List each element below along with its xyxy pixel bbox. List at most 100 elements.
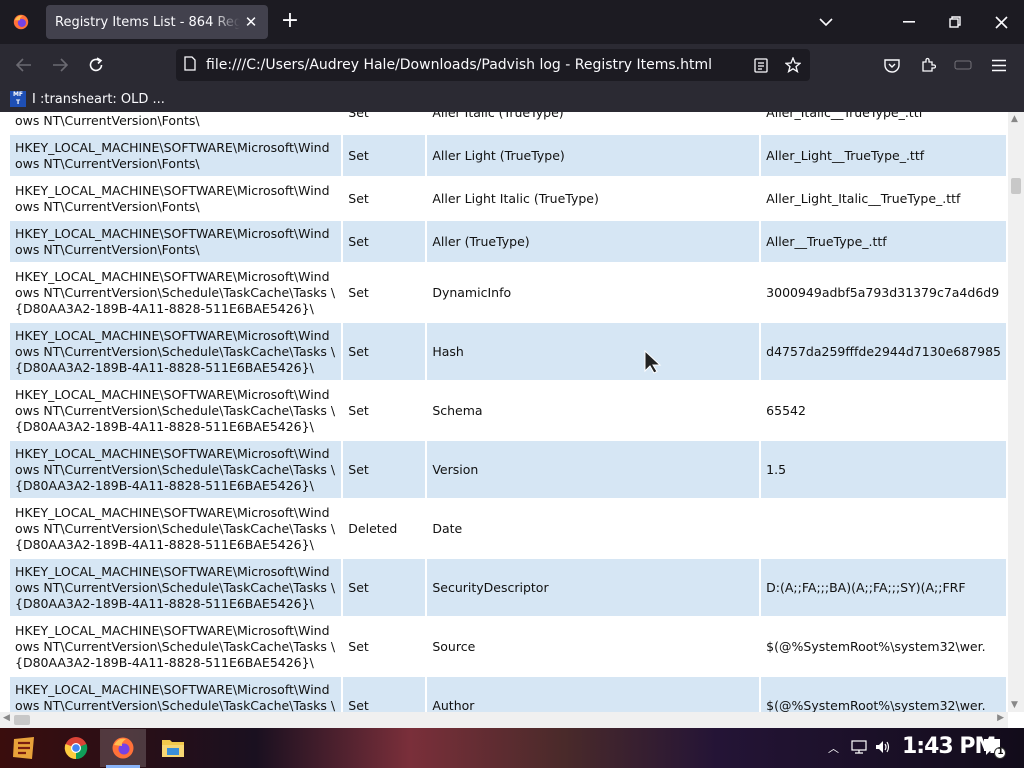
- vertical-scrollbar[interactable]: ▲ ▼: [1008, 112, 1024, 712]
- close-tab-icon[interactable]: ✕: [242, 13, 260, 31]
- pocket-icon[interactable]: [879, 52, 905, 78]
- taskbar: ︿ 1:43 PM 1: [0, 728, 1024, 768]
- tab-title: Registry Items List - 864 Registe: [55, 14, 240, 30]
- horizontal-scroll-thumb[interactable]: [14, 715, 30, 725]
- extensions-icon[interactable]: [915, 52, 941, 78]
- table-row: HKEY_LOCAL_MACHINE\SOFTWARE\Microsoft\Wi…: [10, 264, 1006, 321]
- operation-cell: Set: [343, 618, 426, 675]
- page-file-icon: [184, 55, 196, 75]
- network-icon[interactable]: [851, 739, 867, 758]
- bookmark-item[interactable]: MF T I :transheart: OLD ...: [10, 90, 165, 108]
- table-row: HKEY_LOCAL_MACHINE\SOFTWARE\Microsoft\Wi…: [10, 382, 1006, 439]
- restore-icon[interactable]: [932, 0, 978, 44]
- value-name-cell: Author: [427, 677, 760, 712]
- new-tab-icon[interactable]: +: [278, 10, 302, 34]
- value-name-cell: Aller Light (TrueType): [427, 135, 760, 176]
- registry-key-cell: HKEY_LOCAL_MACHINE\SOFTWARE\Microsoft\Wi…: [10, 559, 342, 616]
- notification-center-icon[interactable]: 1: [982, 737, 1006, 759]
- scroll-right-icon[interactable]: ▶: [997, 713, 1004, 723]
- value-name-cell: Schema: [427, 382, 760, 439]
- reader-view-icon[interactable]: [750, 54, 772, 76]
- registry-key-cell: HKEY_LOCAL_MACHINE\SOFTWARE\Microsoft\Wi…: [10, 221, 342, 262]
- tab-bar: Registry Items List - 864 Registe ✕ +: [0, 0, 1024, 44]
- value-name-cell: Source: [427, 618, 760, 675]
- vertical-scroll-thumb[interactable]: [1011, 178, 1021, 194]
- notification-count: 1: [997, 747, 1004, 757]
- registry-key-cell: HKEY_LOCAL_MACHINE\SOFTWARE\Microsoft\Wi…: [10, 500, 342, 557]
- horizontal-scrollbar[interactable]: ◀ ▶: [0, 712, 1008, 728]
- registry-key-cell: HKEY_LOCAL_MACHINE\SOFTWARE\Microsoft\Wi…: [10, 264, 342, 321]
- scroll-up-icon[interactable]: ▲: [1011, 114, 1018, 124]
- reload-icon[interactable]: [83, 52, 109, 78]
- scroll-left-icon[interactable]: ◀: [3, 713, 10, 723]
- back-icon[interactable]: [11, 52, 37, 78]
- browser-chrome: Registry Items List - 864 Registe ✕ +: [0, 0, 1024, 112]
- value-data-cell: 1.5: [761, 441, 1006, 498]
- operation-cell: Deleted: [343, 500, 426, 557]
- value-name-cell: Aller Italic (TrueType): [427, 112, 760, 133]
- chrome-icon[interactable]: [62, 734, 90, 762]
- operation-cell: Set: [343, 264, 426, 321]
- table-row: HKEY_LOCAL_MACHINE\SOFTWARE\Microsoft\Wi…: [10, 112, 1006, 133]
- firefox-taskbar-icon[interactable]: [109, 734, 137, 762]
- value-name-cell: Hash: [427, 323, 760, 380]
- table-row: HKEY_LOCAL_MACHINE\SOFTWARE\Microsoft\Wi…: [10, 618, 1006, 675]
- registry-key-cell: HKEY_LOCAL_MACHINE\SOFTWARE\Microsoft\Wi…: [10, 441, 342, 498]
- value-data-cell: 3000949adbf5a793d31379c7a4d6d9: [761, 264, 1006, 321]
- operation-cell: Set: [343, 221, 426, 262]
- operation-cell: Set: [343, 382, 426, 439]
- app-menu-icon[interactable]: [986, 52, 1012, 78]
- value-data-cell: Aller__TrueType_.ttf: [761, 221, 1006, 262]
- page-content: HKEY_LOCAL_MACHINE\SOFTWARE\Microsoft\Wi…: [0, 112, 1008, 712]
- bookmark-favicon-icon: MF T: [10, 91, 26, 107]
- table-row: HKEY_LOCAL_MACHINE\SOFTWARE\Microsoft\Wi…: [10, 500, 1006, 557]
- registry-key-cell: HKEY_LOCAL_MACHINE\SOFTWARE\Microsoft\Wi…: [10, 618, 342, 675]
- minimize-icon[interactable]: [886, 0, 932, 44]
- file-explorer-icon[interactable]: [159, 734, 187, 762]
- operation-cell: Set: [343, 323, 426, 380]
- bookmarks-toolbar: MF T I :transheart: OLD ...: [0, 86, 1024, 112]
- volume-icon[interactable]: [875, 739, 891, 758]
- value-data-cell: 65542: [761, 382, 1006, 439]
- registry-key-cell: HKEY_LOCAL_MACHINE\SOFTWARE\Microsoft\Wi…: [10, 382, 342, 439]
- value-name-cell: Version: [427, 441, 760, 498]
- value-data-cell: d4757da259fffde2944d7130e687985: [761, 323, 1006, 380]
- navigation-bar: file:///C:/Users/Audrey Hale/Downloads/P…: [0, 44, 1024, 86]
- show-hidden-icons-icon[interactable]: ︿: [828, 740, 839, 756]
- registry-key-cell: HKEY_LOCAL_MACHINE\SOFTWARE\Microsoft\Wi…: [10, 323, 342, 380]
- operation-cell: Set: [343, 135, 426, 176]
- start-button-icon[interactable]: [10, 734, 38, 762]
- value-data-cell: Aller_Light__TrueType_.ttf: [761, 135, 1006, 176]
- scroll-down-icon[interactable]: ▼: [1011, 700, 1018, 710]
- extension-badge-icon[interactable]: [950, 52, 976, 78]
- value-name-cell: SecurityDescriptor: [427, 559, 760, 616]
- bookmark-star-icon[interactable]: [782, 54, 804, 76]
- value-data-cell: Aller_Light_Italic__TrueType_.ttf: [761, 178, 1006, 219]
- close-window-icon[interactable]: [978, 0, 1024, 44]
- bookmark-label: I :transheart: OLD ...: [32, 91, 165, 107]
- firefox-menu-icon[interactable]: [8, 9, 34, 35]
- table-row: HKEY_LOCAL_MACHINE\SOFTWARE\Microsoft\Wi…: [10, 441, 1006, 498]
- table-row: HKEY_LOCAL_MACHINE\SOFTWARE\Microsoft\Wi…: [10, 135, 1006, 176]
- table-row: HKEY_LOCAL_MACHINE\SOFTWARE\Microsoft\Wi…: [10, 221, 1006, 262]
- table-row: HKEY_LOCAL_MACHINE\SOFTWARE\Microsoft\Wi…: [10, 323, 1006, 380]
- value-data-cell: $(@%SystemRoot%\system32\wer.: [761, 677, 1006, 712]
- tab-registry-items[interactable]: Registry Items List - 864 Registe ✕: [46, 5, 268, 39]
- operation-cell: Set: [343, 178, 426, 219]
- registry-items-table: HKEY_LOCAL_MACHINE\SOFTWARE\Microsoft\Wi…: [8, 112, 1008, 712]
- operation-cell: Set: [343, 112, 426, 133]
- list-all-tabs-icon[interactable]: [814, 11, 838, 33]
- address-bar[interactable]: file:///C:/Users/Audrey Hale/Downloads/P…: [176, 49, 810, 81]
- value-name-cell: DynamicInfo: [427, 264, 760, 321]
- mouse-cursor-icon: [644, 350, 662, 374]
- operation-cell: Set: [343, 441, 426, 498]
- forward-icon[interactable]: [47, 52, 73, 78]
- url-text[interactable]: file:///C:/Users/Audrey Hale/Downloads/P…: [206, 57, 712, 73]
- value-data-cell: D:(A;;FA;;;BA)(A;;FA;;;SY)(A;;FRF: [761, 559, 1006, 616]
- value-name-cell: Aller Light Italic (TrueType): [427, 178, 760, 219]
- registry-key-cell: HKEY_LOCAL_MACHINE\SOFTWARE\Microsoft\Wi…: [10, 112, 342, 133]
- system-tray: ︿: [820, 728, 891, 768]
- table-row: HKEY_LOCAL_MACHINE\SOFTWARE\Microsoft\Wi…: [10, 677, 1006, 712]
- value-name-cell: Date: [427, 500, 760, 557]
- table-row: HKEY_LOCAL_MACHINE\SOFTWARE\Microsoft\Wi…: [10, 559, 1006, 616]
